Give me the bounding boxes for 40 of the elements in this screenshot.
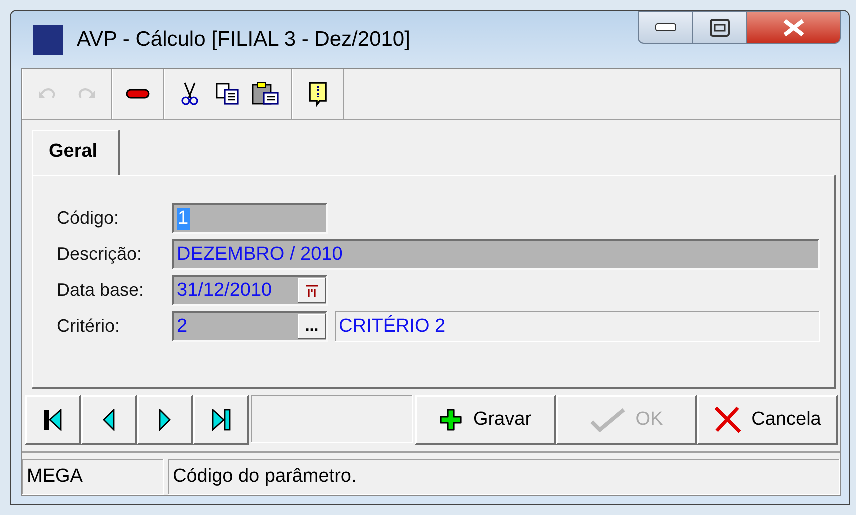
tab[interactable]: Geral [32,130,120,175]
app-logo-icon [33,24,63,54]
minimize-icon [654,22,676,32]
scissors-icon [181,82,199,106]
copy-icon [216,83,240,105]
calendar-icon [305,284,319,298]
minus-icon [126,89,150,99]
lookup-button[interactable]: ... [298,314,326,339]
close-icon [782,18,806,36]
field-label: Descrição: [57,244,144,265]
field-label: Código: [57,208,120,229]
last-record-icon [211,409,231,431]
last-record-button[interactable] [193,395,249,445]
save-button[interactable]: Gravar [415,395,556,445]
input-field[interactable]: DEZEMBRO / 2010 [172,239,820,270]
previous-record-button[interactable] [81,395,137,445]
first-record-icon [43,409,63,431]
first-record-button[interactable] [25,395,81,445]
x-icon [714,406,742,434]
note-icon [308,81,328,107]
check-icon [590,408,626,432]
status-bar-panel: MEGA [22,459,164,495]
maximize-icon [710,18,730,36]
description-field: CRITÉRIO 2 [335,311,820,342]
previous-icon [103,409,115,431]
input-field[interactable]: 2 ... [172,311,328,342]
maximize-button[interactable] [693,11,747,44]
status-bar-panel: Código do parâmetro. [168,459,840,495]
minimize-button[interactable] [638,11,693,44]
close-button[interactable] [747,11,841,44]
paste-icon [252,82,280,106]
field-label: Data base: [57,280,146,301]
field-label: Critério: [57,316,122,337]
window-title: AVP - Cálculo [FILIAL 3 - Dez/2010] [77,28,410,52]
next-record-button[interactable] [137,395,193,445]
plus-icon [439,408,464,432]
calendar-button[interactable] [298,278,326,303]
cancel-button[interactable]: Cancela [697,395,838,445]
next-icon [159,409,171,431]
input-field[interactable]: 31/12/2010 [172,275,328,306]
